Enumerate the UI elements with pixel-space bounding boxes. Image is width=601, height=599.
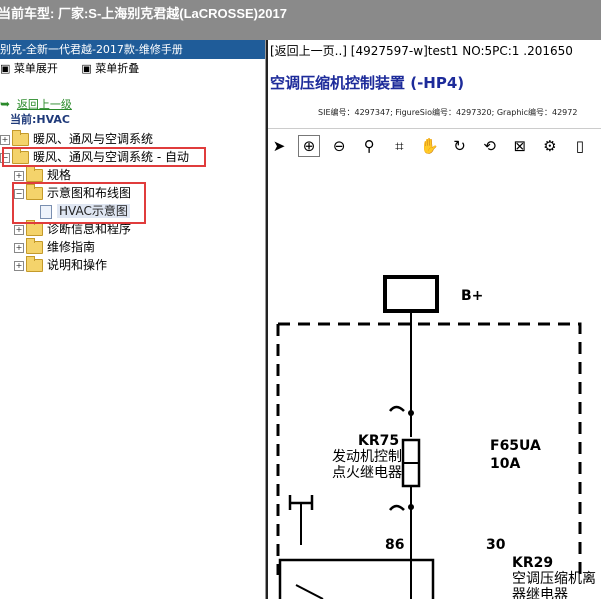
tree-node-label: 诊断信息和程序: [47, 222, 132, 236]
tree-node-label: 暖风、通风与空调系统: [33, 132, 154, 146]
expand-toggle-icon[interactable]: +: [14, 170, 24, 181]
kr75-code: KR75: [358, 433, 399, 449]
back-arrow-icon: ➥: [0, 97, 11, 111]
b-plus-label: B+: [461, 288, 483, 304]
vehicle-model-text: 当前车型: 厂家:S-上海别克君越(LaCROSSE)2017: [0, 6, 287, 21]
tree-node-label: 说明和操作: [47, 258, 108, 272]
folder-icon: [12, 130, 29, 146]
document-title: 空调压缩机控制装置 (-HP4): [270, 74, 465, 92]
manual-header: 别克-全新一代君越-2017款-维修手册: [0, 40, 265, 59]
pin-30-label: 30: [486, 537, 506, 553]
folder-icon: [26, 166, 43, 182]
tree-node-label: 规格: [47, 168, 72, 182]
zoom-out-icon[interactable]: ⊖: [328, 135, 350, 157]
expand-toggle-icon[interactable]: +: [14, 260, 24, 271]
hand-icon[interactable]: ✋: [418, 135, 440, 157]
kr29-label-line2: 器继电器: [512, 587, 568, 599]
pointer-icon[interactable]: ➤: [268, 135, 290, 157]
highlight-box: [2, 147, 206, 167]
page-icon[interactable]: ▯: [569, 135, 591, 157]
fuse-rating: 10A: [490, 456, 520, 472]
settings-icon[interactable]: ⚙: [539, 135, 561, 157]
expand-toggle-icon[interactable]: +: [0, 134, 10, 145]
expand-toggle-icon[interactable]: +: [14, 242, 24, 253]
rotate-icon[interactable]: ↻: [449, 135, 471, 157]
folder-icon: [26, 238, 43, 254]
fuse-code: F65UA: [490, 438, 541, 454]
document-ids: SIE编号：4297347; FigureSio编号：4297320; Grap…: [318, 108, 578, 117]
zoom-in-icon[interactable]: ⊕: [298, 135, 321, 157]
navigation-panel: 别克-全新一代君越-2017款-维修手册 ▣ 菜单展开 ▣ 菜单折叠 ➥ 返回上…: [0, 40, 266, 599]
current-node-label: 当前:HVAC: [10, 113, 70, 126]
expand-menu-button[interactable]: ▣ 菜单展开: [0, 62, 68, 75]
kr75-label-line2: 点火继电器: [332, 465, 402, 481]
back-link[interactable]: 返回上一级: [17, 98, 72, 111]
collapse-menu-button[interactable]: ▣ 菜单折叠: [81, 62, 149, 75]
menu-toolbar: ▣ 菜单展开 ▣ 菜单折叠: [0, 59, 265, 79]
folder-icon: [26, 256, 43, 272]
pin-86-label: 86: [385, 537, 404, 553]
document-path[interactable]: [返回上一页..] [4927597-w]test1 NO:5PC:1 .201…: [270, 42, 573, 59]
highlight-box: [12, 182, 146, 224]
fuse-box: [383, 275, 439, 313]
folder-icon: [26, 220, 43, 236]
tree-node-hvac[interactable]: + 暖风、通风与空调系统: [0, 130, 153, 148]
fit-icon[interactable]: ⊠: [509, 135, 531, 157]
app-titlebar: 当前车型: 厂家:S-上海别克君越(LaCROSSE)2017: [0, 0, 601, 40]
crop-icon[interactable]: ⌗: [388, 135, 410, 157]
document-viewer: [返回上一页..] [4927597-w]test1 NO:5PC:1 .201…: [266, 40, 601, 599]
tree-node-description[interactable]: + 说明和操作: [14, 256, 107, 274]
history-icon[interactable]: ⟲: [479, 135, 501, 157]
divider: [268, 128, 601, 129]
kr75-label-line1: 发动机控制: [332, 449, 402, 465]
tree-node-repair-guide[interactable]: + 维修指南: [14, 238, 95, 256]
wiring-schematic: B+ KR75 发动机控制 点火继电器 F65UA 10A 86 30 KR29…: [276, 275, 596, 599]
kr29-label-line1: 空调压缩机离: [512, 570, 596, 587]
viewer-toolbar: ➤ ⊕ ⊖ ⚲ ⌗ ✋ ↻ ⟲ ⊠ ⚙ ▯ ⎙ ⇥: [268, 135, 601, 159]
kr29-code: KR29: [512, 555, 553, 571]
search-icon[interactable]: ⚲: [358, 135, 380, 157]
tree-node-label: 维修指南: [47, 240, 96, 254]
expand-toggle-icon[interactable]: +: [14, 224, 24, 235]
